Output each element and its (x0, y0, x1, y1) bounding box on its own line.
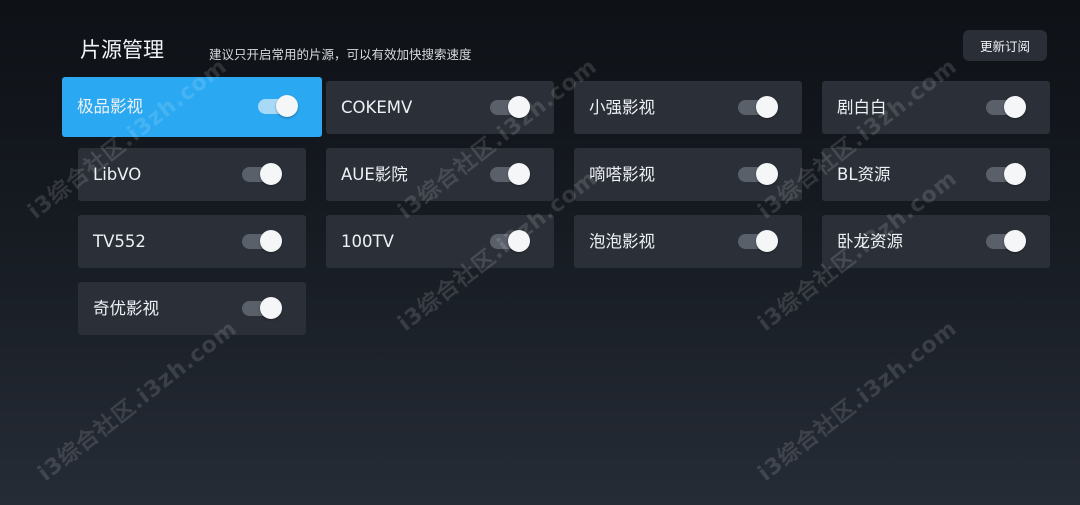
page-title: 片源管理 (80, 38, 164, 62)
source-name: 100TV (341, 232, 394, 251)
toggle-knob (260, 163, 282, 185)
source-toggle[interactable] (986, 96, 1026, 118)
source-toggle[interactable] (242, 297, 282, 319)
toggle-knob (508, 163, 530, 185)
source-toggle[interactable] (738, 96, 778, 118)
source-toggle[interactable] (738, 230, 778, 252)
source-card[interactable]: LibVO (78, 148, 306, 201)
toggle-knob (260, 230, 282, 252)
source-name: 嘀嗒影视 (589, 165, 655, 184)
source-name: LibVO (93, 165, 142, 184)
toggle-knob (276, 95, 298, 117)
source-card[interactable]: 剧白白 (822, 81, 1050, 134)
toggle-knob (1004, 230, 1026, 252)
source-name: AUE影院 (341, 165, 408, 184)
source-toggle[interactable] (490, 163, 530, 185)
source-card[interactable]: COKEMV (326, 81, 554, 134)
toggle-knob (756, 163, 778, 185)
source-toggle[interactable] (490, 230, 530, 252)
source-name: TV552 (93, 232, 146, 251)
hint-text: 建议只开启常用的片源，可以有效加快搜索速度 (209, 47, 472, 62)
source-card[interactable]: 卧龙资源 (822, 215, 1050, 268)
source-toggle[interactable] (242, 230, 282, 252)
toggle-knob (1004, 163, 1026, 185)
source-card[interactable]: 奇优影视 (78, 282, 306, 335)
toggle-knob (1004, 96, 1026, 118)
source-toggle[interactable] (986, 163, 1026, 185)
source-card[interactable]: 100TV (326, 215, 554, 268)
update-subscription-button[interactable]: 更新订阅 (963, 30, 1047, 61)
source-toggle[interactable] (986, 230, 1026, 252)
source-card[interactable]: 小强影视 (574, 81, 802, 134)
source-card[interactable]: 泡泡影视 (574, 215, 802, 268)
source-name: 极品影视 (77, 97, 143, 116)
source-name: 泡泡影视 (589, 232, 655, 251)
watermark: i3综合社区.i3zh.com (753, 315, 963, 487)
watermark: i3综合社区.i3zh.com (33, 315, 243, 487)
source-name: 剧白白 (837, 98, 887, 117)
source-toggle[interactable] (258, 95, 298, 117)
toggle-knob (508, 230, 530, 252)
toggle-knob (756, 96, 778, 118)
source-name: 奇优影视 (93, 299, 159, 318)
source-toggle[interactable] (242, 163, 282, 185)
source-toggle[interactable] (738, 163, 778, 185)
source-card[interactable]: TV552 (78, 215, 306, 268)
source-name: BL资源 (837, 165, 891, 184)
source-card[interactable]: AUE影院 (326, 148, 554, 201)
toggle-knob (260, 297, 282, 319)
source-name: COKEMV (341, 98, 413, 117)
source-name: 卧龙资源 (837, 232, 903, 251)
toggle-knob (508, 96, 530, 118)
source-toggle[interactable] (490, 96, 530, 118)
source-card[interactable]: BL资源 (822, 148, 1050, 201)
source-name: 小强影视 (589, 98, 655, 117)
source-card[interactable]: 嘀嗒影视 (574, 148, 802, 201)
toggle-knob (756, 230, 778, 252)
source-card[interactable]: 极品影视 (62, 77, 322, 137)
